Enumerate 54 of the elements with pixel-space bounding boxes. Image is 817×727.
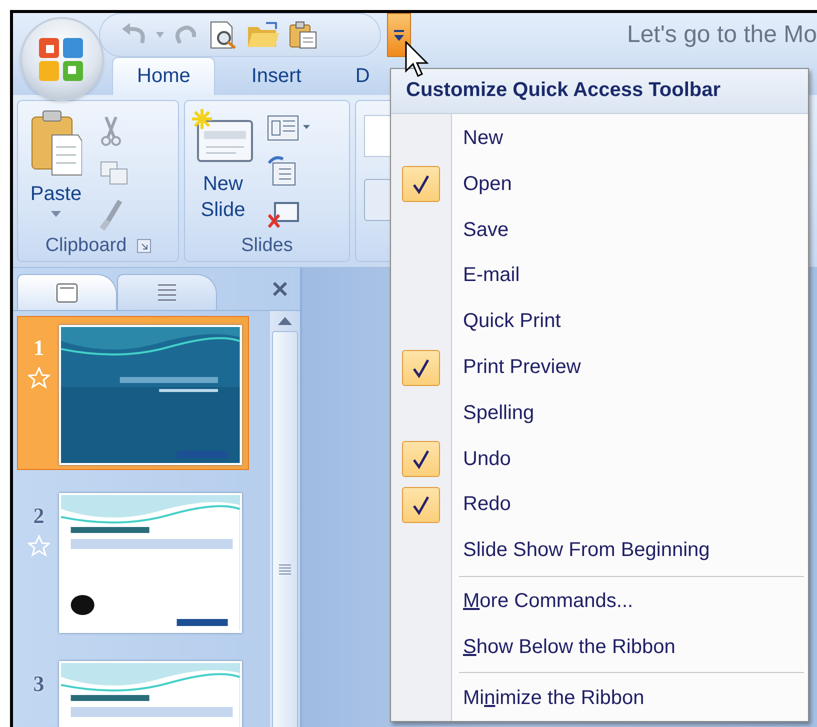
scrollbar[interactable] — [270, 311, 300, 727]
delete-slide-icon — [267, 201, 299, 229]
ribbon-tab[interactable]: D — [337, 57, 388, 95]
slide-item[interactable]: 3 — [17, 652, 249, 727]
dropdown-arrow-icon — [393, 28, 405, 42]
checkmark-icon — [402, 441, 440, 478]
dialog-launcher-icon — [136, 239, 151, 253]
brush-icon — [100, 199, 124, 231]
lines-icon — [156, 282, 178, 302]
up-arrow-icon — [278, 317, 292, 325]
scissors-icon — [100, 115, 122, 147]
clipboard-icon — [30, 109, 82, 177]
menu-item[interactable]: Minimize the Ribbon — [391, 675, 808, 721]
menu-item[interactable]: Slide Show From Beginning — [391, 528, 808, 574]
menu-title: Customize Quick Access Toolbar — [391, 69, 808, 114]
window-title: Let's go to the Mo — [626, 21, 817, 49]
group-label: Clipboard — [45, 235, 127, 257]
checkmark-icon — [402, 486, 440, 523]
slide-item[interactable]: 2 — [17, 484, 249, 638]
slide-number: 1 — [33, 335, 44, 361]
menu-item[interactable]: Open — [391, 161, 808, 208]
menu-item[interactable]: Print Preview — [391, 344, 808, 390]
new-slide-button[interactable]: New Slide — [191, 109, 255, 231]
ribbon-tab[interactable]: Insert — [233, 57, 320, 95]
menu-item[interactable]: Show Below the Ribbon — [391, 624, 808, 670]
checkmark-icon — [402, 350, 440, 386]
caret-icon — [156, 32, 164, 38]
layout-icon — [267, 115, 311, 141]
checkmark-icon — [402, 166, 440, 202]
menu-item[interactable]: New — [391, 116, 808, 162]
menu-item[interactable]: Spelling — [391, 390, 808, 436]
menu-item[interactable]: Quick Print — [391, 298, 808, 345]
scroll-thumb[interactable] — [272, 331, 298, 727]
clipboard-icon — [288, 20, 318, 50]
menu-item[interactable]: More Commands... — [391, 578, 808, 624]
menu-item[interactable]: Undo — [391, 436, 808, 482]
group-label: Slides — [241, 235, 293, 257]
slides-tab[interactable] — [17, 274, 117, 310]
menu-item[interactable]: Save — [391, 207, 808, 254]
reset-icon — [267, 155, 297, 187]
caret-icon — [51, 211, 61, 217]
copy-icon — [100, 161, 128, 185]
grip-icon — [278, 562, 292, 574]
menu-item[interactable]: Redo — [391, 482, 808, 528]
customize-toolbar-button[interactable] — [387, 13, 411, 57]
print-preview-icon — [208, 20, 238, 50]
paste-button[interactable]: Paste — [24, 109, 88, 231]
slide-number: 3 — [33, 671, 44, 697]
close-icon — [272, 281, 288, 297]
slide-icon — [56, 282, 78, 302]
folder-icon — [246, 21, 280, 49]
menu-item[interactable]: E-mail — [391, 253, 808, 299]
slide-number: 2 — [33, 503, 44, 529]
ribbon-tab[interactable]: Home — [112, 57, 216, 95]
